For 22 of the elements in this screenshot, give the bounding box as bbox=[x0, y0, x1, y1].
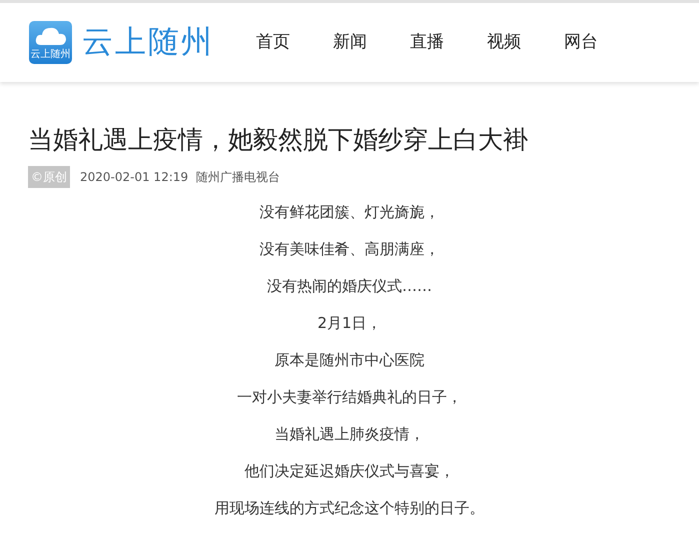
article-paragraph: 他们决定延迟婚庆仪式与喜宴， bbox=[244, 461, 454, 482]
article-title: 当婚礼遇上疫情，她毅然脱下婚纱穿上白大褂 bbox=[28, 124, 529, 156]
article-paragraph: 没有鲜花团簇、灯光旖旎， bbox=[260, 202, 440, 223]
nav-link[interactable]: 新闻 bbox=[333, 30, 367, 56]
site-name[interactable]: 云上随州 bbox=[82, 27, 214, 58]
nav-link[interactable]: 首页 bbox=[256, 30, 290, 56]
article-paragraph: 没有热闹的婚庆仪式…… bbox=[267, 276, 432, 297]
publish-date: 2020-02-01 12:19 bbox=[80, 169, 188, 186]
badge-text: 云上随州 bbox=[30, 49, 70, 61]
article-paragraph: 一对小夫妻举行结婚典礼的日子， bbox=[237, 387, 462, 408]
original-tag: ©原创 bbox=[28, 166, 70, 188]
article-paragraph: 2月1日， bbox=[317, 313, 382, 334]
nav-link[interactable]: 网台 bbox=[564, 30, 598, 56]
nav-link[interactable]: 直播 bbox=[410, 30, 444, 56]
article-paragraph: 用现场连线的方式纪念这个特别的日子。 bbox=[214, 498, 484, 519]
article-paragraph: 原本是随州市中心医院 bbox=[274, 350, 424, 371]
source-name: 随州广播电视台 bbox=[196, 169, 280, 186]
nav-link[interactable]: 视频 bbox=[487, 30, 521, 56]
logo-badge[interactable]: 云上随州 bbox=[29, 21, 72, 64]
article-paragraph: 当婚礼遇上肺炎疫情， bbox=[274, 424, 424, 445]
cloud-icon bbox=[34, 25, 66, 47]
article-paragraph: 没有美味佳肴、高朋满座， bbox=[260, 239, 440, 260]
